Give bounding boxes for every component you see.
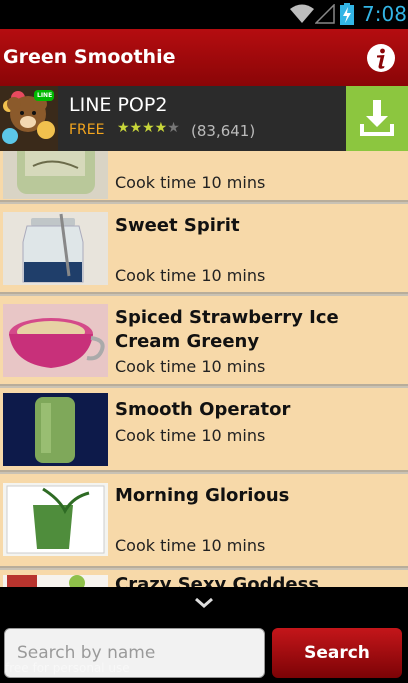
- ad-download-button[interactable]: [346, 86, 408, 151]
- recipe-item[interactable]: Spiced Strawberry Ice Cream Greeny Cook …: [0, 296, 408, 386]
- recipe-thumbnail: [3, 304, 108, 377]
- ad-rating-filled: ★★★★: [117, 120, 168, 136]
- battery-charging-icon: [340, 3, 354, 25]
- recipe-item[interactable]: Cook time 10 mins: [0, 151, 408, 202]
- recipe-thumbnail: [3, 393, 108, 466]
- recipe-list[interactable]: Cook time 10 mins Sweet Spirit Cook time…: [0, 151, 408, 587]
- ad-review-count: (83,641): [191, 122, 256, 140]
- recipe-title: Sweet Spirit: [115, 215, 240, 236]
- ad-price: FREE: [69, 122, 105, 138]
- recipe-thumbnail: [3, 483, 108, 556]
- recipe-cook-time: Cook time 10 mins: [115, 266, 266, 285]
- status-bar: 7:08: [0, 0, 408, 29]
- recipe-item[interactable]: Smooth Operator Cook time 10 mins: [0, 388, 408, 472]
- status-time: 7:08: [362, 2, 407, 26]
- download-icon: [360, 100, 394, 136]
- recipe-cook-time: Cook time 10 mins: [115, 426, 266, 445]
- recipe-thumbnail: [3, 575, 108, 587]
- info-icon[interactable]: [366, 43, 396, 73]
- recipe-item[interactable]: Crazy Sexy Goddess: [0, 570, 408, 587]
- watermark: free for personal use: [5, 661, 130, 675]
- chevron-down-icon[interactable]: [193, 596, 215, 610]
- signal-icon: [315, 4, 335, 24]
- recipe-cook-time: Cook time 10 mins: [115, 357, 266, 376]
- recipe-title: Morning Glorious: [115, 485, 290, 506]
- recipe-title: Smooth Operator: [115, 399, 291, 420]
- app-header: Green Smoothie: [0, 29, 408, 86]
- recipe-item[interactable]: Sweet Spirit Cook time 10 mins: [0, 204, 408, 294]
- recipe-title: Spiced Strawberry Ice Cream Greeny: [115, 307, 339, 352]
- ad-icon-badge: LINE: [37, 92, 53, 99]
- app-title: Green Smoothie: [3, 46, 176, 68]
- recipe-cook-time: Cook time 10 mins: [115, 173, 266, 192]
- recipe-title: Crazy Sexy Goddess: [115, 574, 320, 587]
- ad-banner[interactable]: LINE LINE POP2 FREE ★★★★★ (83,641): [0, 86, 408, 151]
- recipe-thumbnail: [3, 212, 108, 285]
- search-placeholder: Search by name: [17, 643, 156, 663]
- search-button[interactable]: Search: [272, 628, 402, 678]
- recipe-thumbnail: [3, 151, 108, 199]
- ad-app-icon: LINE: [0, 86, 58, 151]
- search-panel: Search by name Search free for personal …: [0, 587, 408, 683]
- recipe-cook-time: Cook time 10 mins: [115, 536, 266, 555]
- wifi-icon: [290, 4, 314, 23]
- ad-rating-stars: ★★★★★: [117, 120, 180, 136]
- recipe-item[interactable]: Morning Glorious Cook time 10 mins: [0, 474, 408, 568]
- ad-app-name: LINE POP2: [69, 94, 168, 116]
- ad-rating-empty: ★: [167, 120, 180, 136]
